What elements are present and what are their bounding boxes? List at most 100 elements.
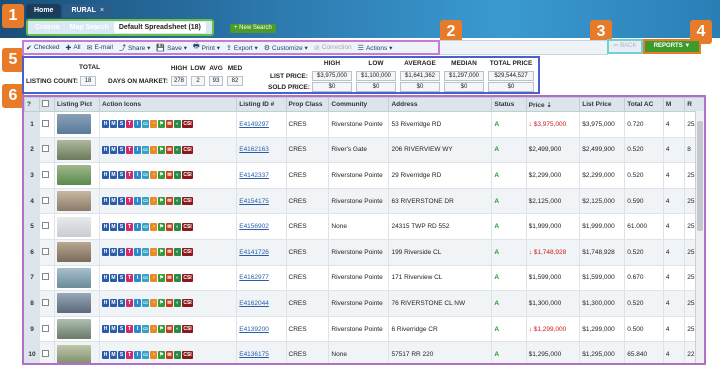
scrollbar-thumb[interactable] (697, 121, 703, 231)
row-checkbox[interactable] (42, 350, 49, 358)
action-icon[interactable]: M (110, 299, 118, 308)
action-icon[interactable]: ▭ (142, 325, 150, 334)
listing-photo[interactable] (57, 344, 91, 363)
listing-photo[interactable] (57, 242, 91, 263)
action-icon[interactable]: ▭ (142, 171, 150, 180)
action-icon[interactable]: H (102, 145, 110, 154)
action-icon[interactable]: ▭ (142, 120, 150, 129)
action-icon[interactable]: ▭ (142, 145, 150, 154)
column-header[interactable]: R (684, 97, 704, 112)
action-icon[interactable]: ◔ (150, 325, 158, 334)
action-icon[interactable]: ◔ (150, 350, 158, 359)
action-icon[interactable]: I (134, 145, 142, 154)
action-icon[interactable]: ◔ (150, 171, 158, 180)
listing-id-link[interactable]: E4162044 (239, 300, 269, 307)
action-icon[interactable]: T (126, 197, 134, 206)
select-all-checkbox[interactable] (42, 100, 49, 107)
action-icon[interactable]: CSI (182, 325, 194, 334)
reports-button[interactable]: REPORTS ▼ (643, 39, 701, 54)
action-icon[interactable]: ✉ (166, 273, 174, 282)
table-row[interactable]: 1 H M S T I ▭ ◔ ⚑ ✉ ◐ CSI E4149297 CRES Riverstone Poi… (24, 111, 704, 138)
action-icon[interactable]: H (102, 222, 110, 231)
action-icon[interactable]: M (110, 145, 118, 154)
subtab-criteria[interactable]: Criteria (30, 22, 65, 33)
action-icon[interactable]: ◐ (174, 248, 182, 257)
action-icon[interactable]: M (110, 222, 118, 231)
action-icon[interactable]: I (134, 120, 142, 129)
listing-id-link[interactable]: E4149297 (239, 121, 269, 128)
action-icon[interactable]: ◐ (174, 273, 182, 282)
action-icon[interactable]: T (126, 350, 134, 359)
table-row[interactable]: 8 H M S T I ▭ ◔ ⚑ ✉ ◐ CSI E4162044 CRES Riverstone Poi… (24, 290, 704, 317)
listing-id-link[interactable]: E4139200 (239, 326, 269, 333)
listing-photo[interactable] (57, 165, 91, 186)
action-icon[interactable]: M (110, 325, 118, 334)
row-checkbox[interactable] (42, 222, 49, 230)
action-icon[interactable]: T (126, 299, 134, 308)
row-checkbox[interactable] (42, 273, 49, 281)
row-checkbox[interactable] (42, 145, 49, 153)
action-icon[interactable]: ◐ (174, 222, 182, 231)
vertical-scrollbar[interactable] (695, 111, 704, 363)
column-header[interactable]: Address (388, 97, 493, 112)
action-icon[interactable]: ◐ (174, 171, 182, 180)
action-icon[interactable]: I (134, 350, 142, 359)
action-icon[interactable]: ⚑ (158, 171, 166, 180)
column-header[interactable]: Listing Pict (53, 97, 101, 112)
action-icon[interactable]: CSI (182, 299, 194, 308)
action-icon[interactable]: ✉ (166, 248, 174, 257)
action-icon[interactable]: H (102, 325, 110, 334)
toolbar-plus-button[interactable]: ✚ All (66, 44, 81, 52)
action-icon[interactable]: CSI (182, 248, 194, 257)
action-icon[interactable]: I (134, 197, 142, 206)
action-icon[interactable]: ✉ (166, 350, 174, 359)
action-icon[interactable]: M (110, 350, 118, 359)
listing-id-link[interactable]: E4162163 (239, 146, 269, 153)
action-icon[interactable]: I (134, 248, 142, 257)
subtab-default-spreadsheet[interactable]: Default Spreadsheet (18) (113, 22, 206, 33)
action-icon[interactable]: ◐ (174, 350, 182, 359)
toolbar-share-button[interactable]: ⤴ Share ▾ (119, 43, 150, 53)
table-row[interactable]: 5 H M S T I ▭ ◔ ⚑ ✉ ◐ CSI E4156902 CRES None 24315 TWP … (24, 213, 704, 240)
listing-id-link[interactable]: E4162977 (239, 274, 269, 281)
listing-id-link[interactable]: E4154175 (239, 198, 269, 205)
action-icon[interactable]: I (134, 325, 142, 334)
table-row[interactable]: 3 H M S T I ▭ ◔ ⚑ ✉ ◐ CSI E4142337 CRES Riverstone Poi… (24, 162, 704, 189)
column-header[interactable]: Status (491, 97, 527, 112)
toolbar-correction-button[interactable]: ⊘ Correction (314, 44, 352, 52)
action-icon[interactable]: CSI (182, 120, 194, 129)
action-icon[interactable]: CSI (182, 222, 194, 231)
action-icon[interactable]: I (134, 222, 142, 231)
action-icon[interactable]: CSI (182, 197, 194, 206)
action-icon[interactable]: I (134, 273, 142, 282)
action-icon[interactable]: H (102, 171, 110, 180)
table-row[interactable]: 6 H M S T I ▭ ◔ ⚑ ✉ ◐ CSI E4141726 CRES Riverstone Poi… (24, 238, 704, 266)
action-icon[interactable]: H (102, 273, 110, 282)
row-checkbox[interactable] (42, 247, 49, 255)
action-icon[interactable]: ▭ (142, 299, 150, 308)
action-icon[interactable]: ⚑ (158, 273, 166, 282)
toolbar-check-button[interactable]: ✔ Checked (26, 44, 60, 52)
action-icon[interactable]: ⚑ (158, 197, 166, 206)
toolbar-save-button[interactable]: 💾 Save ▾ (156, 44, 187, 52)
toolbar-print-button[interactable]: 🖶 Print ▾ (193, 42, 220, 53)
listing-photo[interactable] (57, 293, 91, 314)
listing-photo[interactable] (57, 267, 91, 288)
action-icon[interactable]: ⚑ (158, 248, 166, 257)
action-icon[interactable]: S (118, 299, 126, 308)
action-icon[interactable]: ⚑ (158, 325, 166, 334)
action-icon[interactable]: CSI (182, 145, 194, 154)
action-icon[interactable]: S (118, 222, 126, 231)
action-icon[interactable]: ◔ (150, 197, 158, 206)
action-icon[interactable]: CSI (182, 273, 194, 282)
action-icon[interactable]: S (118, 273, 126, 282)
action-icon[interactable]: ✉ (166, 120, 174, 129)
action-icon[interactable]: ▭ (142, 222, 150, 231)
close-icon[interactable]: × (100, 7, 104, 14)
action-icon[interactable]: M (110, 197, 118, 206)
action-icon[interactable]: S (118, 120, 126, 129)
column-header[interactable]: Total AC (624, 97, 664, 112)
action-icon[interactable]: ◔ (150, 120, 158, 129)
action-icon[interactable]: ◔ (150, 145, 158, 154)
action-icon[interactable]: ⚑ (158, 222, 166, 231)
